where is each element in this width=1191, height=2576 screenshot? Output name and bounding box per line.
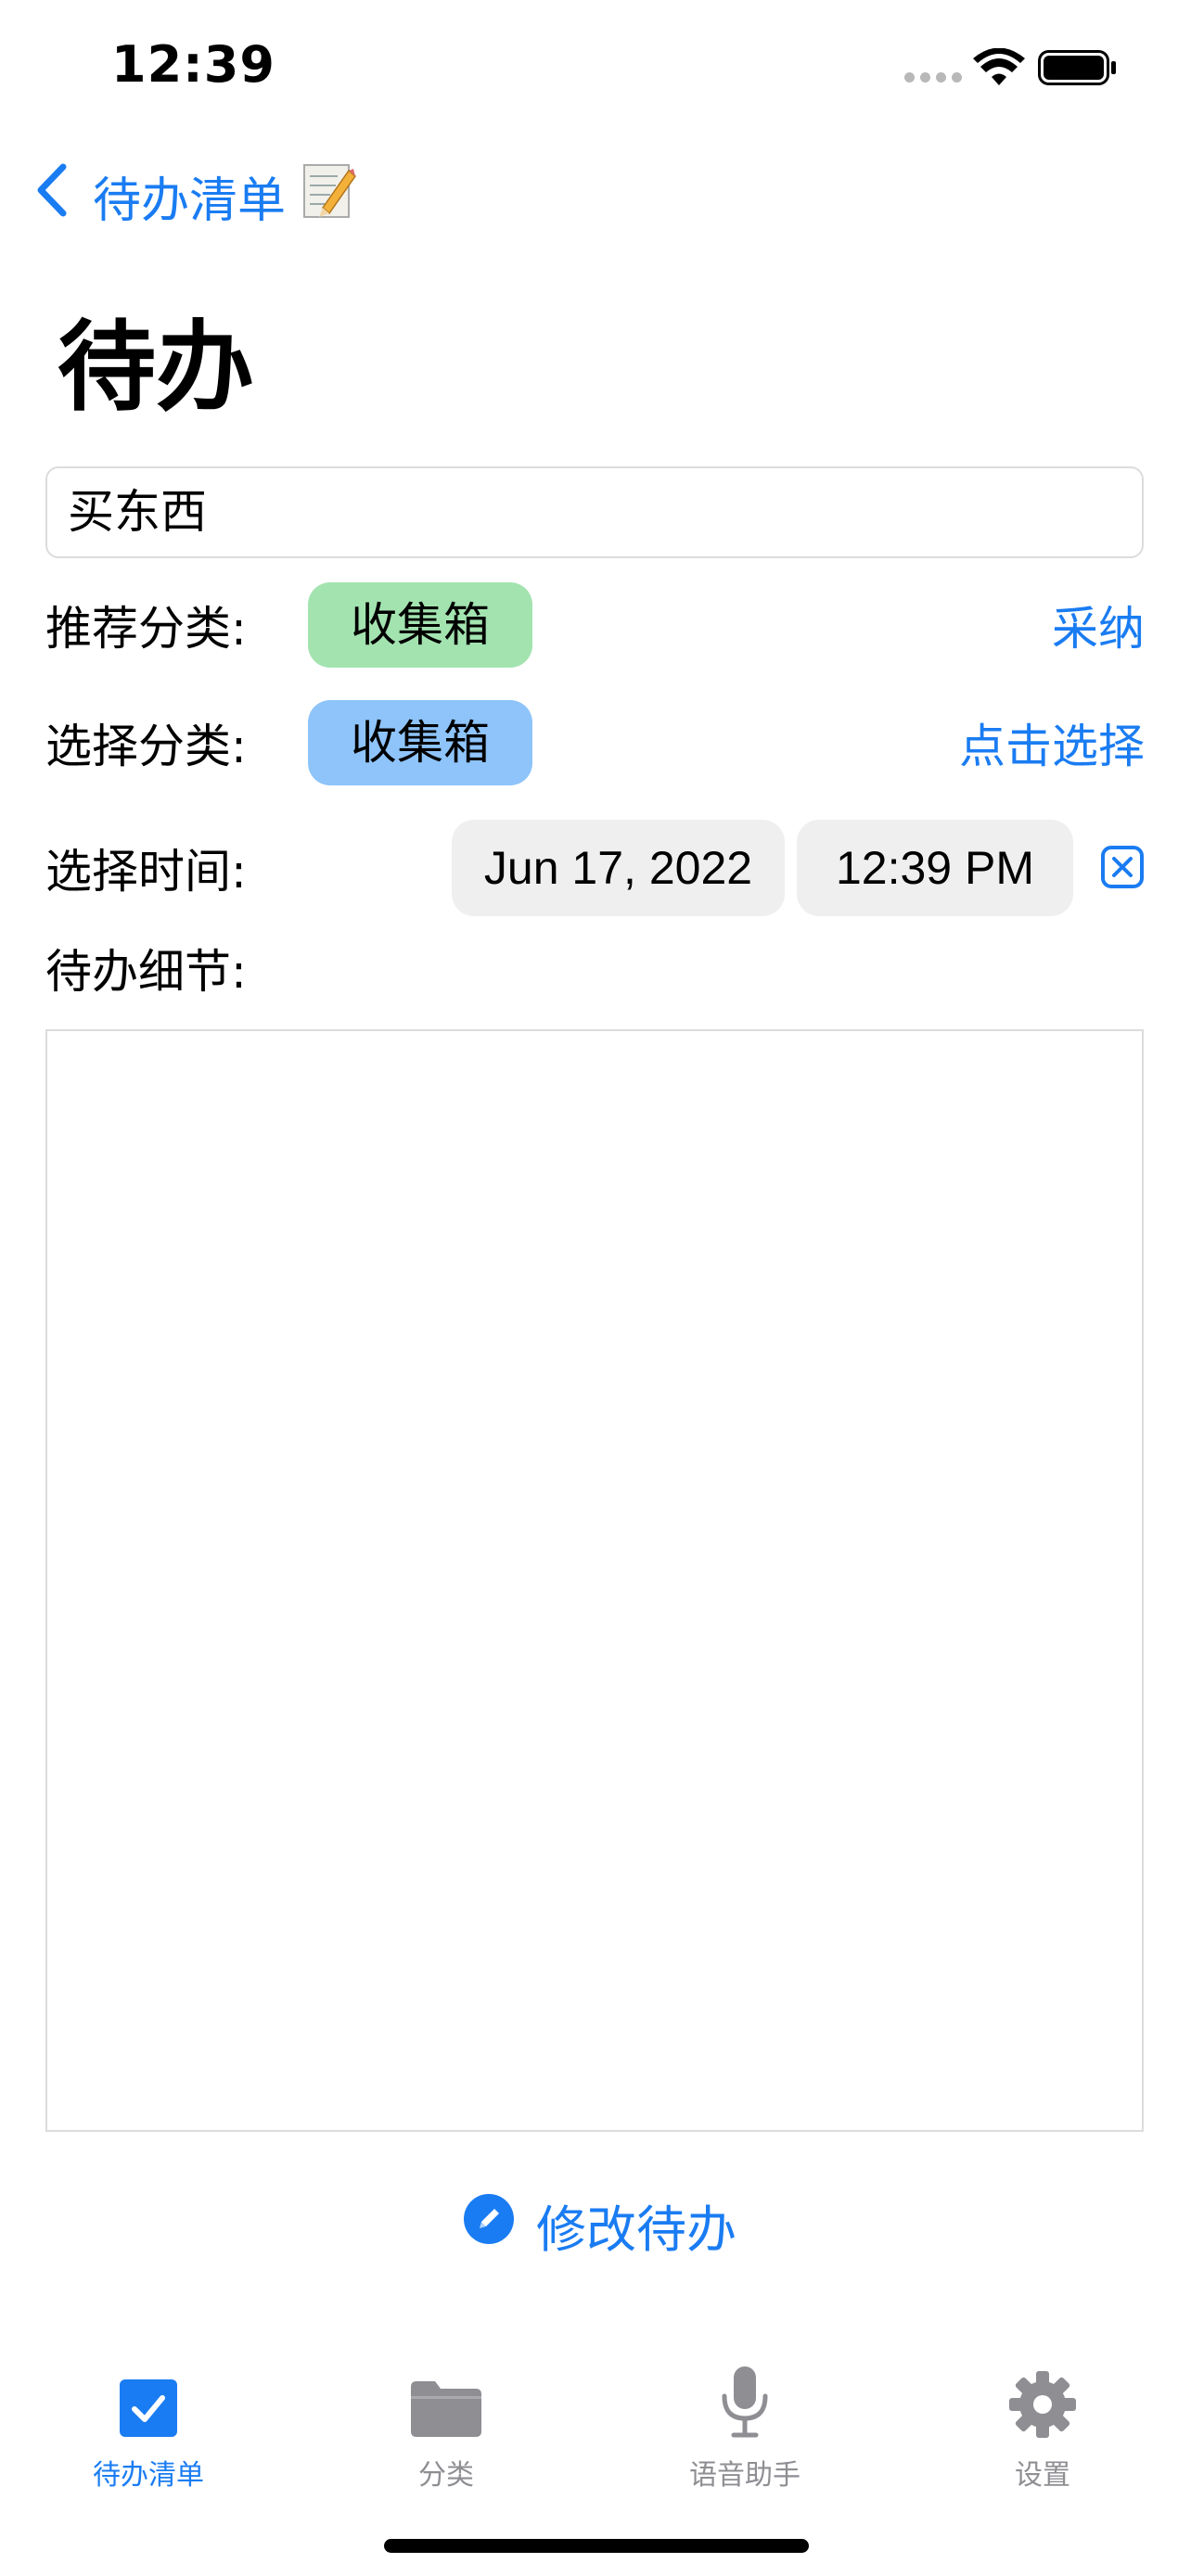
tab-settings[interactable]: 设置 <box>950 2346 1135 2493</box>
tab-label: 分类 <box>418 2459 474 2492</box>
clear-time-icon[interactable] <box>1100 845 1145 893</box>
tap-to-choose-button[interactable]: 点击选择 <box>959 709 1145 776</box>
choose-time-label: 选择时间: <box>45 845 247 899</box>
recommended-category-chip: 收集箱 <box>308 582 532 668</box>
back-button[interactable]: 待办清单 <box>93 161 286 231</box>
tab-label: 设置 <box>1015 2459 1070 2492</box>
accept-button[interactable]: 采纳 <box>1052 592 1145 658</box>
details-label: 待办细节: <box>45 945 247 999</box>
status-time: 12:39 <box>111 35 275 94</box>
battery-icon <box>1038 48 1118 91</box>
memo-pencil-icon <box>302 161 357 219</box>
microphone-icon <box>652 2346 838 2439</box>
tab-label: 语音助手 <box>689 2459 800 2492</box>
home-indicator[interactable] <box>384 2539 809 2553</box>
page-title: 待办 <box>58 311 254 425</box>
checkbox-icon <box>56 2346 241 2439</box>
signal-icon <box>904 72 962 83</box>
wifi-icon <box>973 47 1025 91</box>
date-picker[interactable]: Jun 17, 2022 <box>452 820 785 916</box>
time-picker[interactable]: 12:39 PM <box>797 820 1073 916</box>
edit-todo-button[interactable]: 修改待办 <box>464 2188 736 2262</box>
choose-category-label: 选择分类: <box>45 720 247 773</box>
recommended-category-label: 推荐分类: <box>45 602 247 656</box>
gear-icon <box>950 2346 1135 2439</box>
chevron-left-icon[interactable] <box>33 161 70 223</box>
tab-label: 待办清单 <box>93 2459 204 2492</box>
tab-todo-list[interactable]: 待办清单 <box>56 2346 241 2493</box>
tab-bar: 待办清单 分类 语音助手 设置 <box>0 2346 1191 2494</box>
todo-title-input[interactable]: 买东西 <box>45 466 1144 558</box>
chosen-category-chip[interactable]: 收集箱 <box>308 700 532 785</box>
details-textarea[interactable] <box>45 1029 1144 2132</box>
tab-categories[interactable]: 分类 <box>353 2346 539 2493</box>
tab-voice-assistant[interactable]: 语音助手 <box>652 2346 838 2493</box>
folder-icon <box>353 2346 539 2439</box>
pencil-circle-icon <box>464 2194 514 2256</box>
edit-todo-label: 修改待办 <box>536 2200 736 2259</box>
